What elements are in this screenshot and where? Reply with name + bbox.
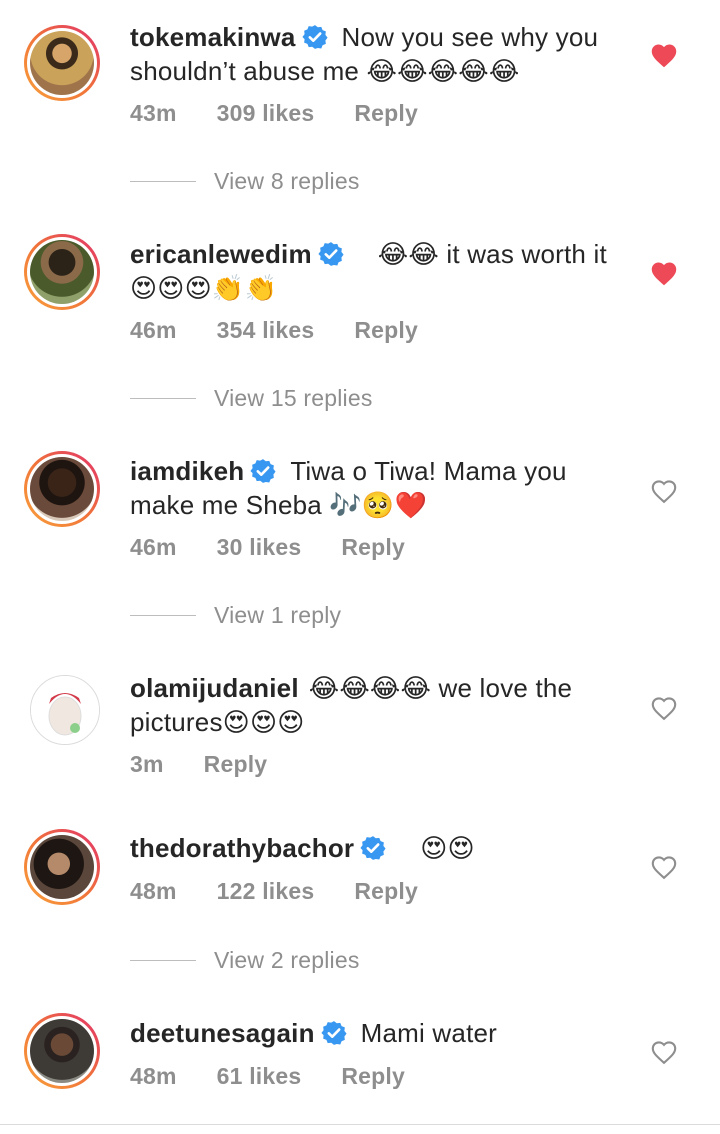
comment-likes[interactable]: 122 likes [217,878,315,905]
comment-username[interactable]: tokemakinwa [130,22,296,52]
comment-text: Mami water [360,1018,498,1048]
view-replies-button[interactable]: View 1 reply [130,602,341,629]
avatar[interactable] [30,675,100,745]
comment-likes[interactable]: 309 likes [217,100,315,127]
divider [130,615,196,616]
verified-badge-icon [321,1021,347,1045]
avatar[interactable] [24,451,100,527]
heart-outline-icon[interactable] [650,1039,678,1065]
comment-username[interactable]: deetunesagain [130,1018,315,1048]
avatar[interactable] [24,234,100,310]
view-replies-button[interactable]: View 2 replies [130,947,360,974]
comment-username[interactable]: ericanlewedim [130,239,312,269]
heart-outline-icon[interactable] [650,695,678,721]
comment-time: 3m [130,751,164,777]
avatar[interactable] [24,25,100,101]
comment-username[interactable]: iamdikeh [130,456,244,486]
view-replies-button[interactable]: View 8 replies [130,168,360,195]
comment-username[interactable]: olamijudaniel [130,673,299,703]
reply-button[interactable]: Reply [354,878,418,905]
comment-likes[interactable]: 61 likes [217,1063,302,1090]
divider [130,960,196,961]
reply-button[interactable]: Reply [354,317,418,344]
heart-liked-icon[interactable] [650,42,678,68]
comment-time: 46m [130,534,177,560]
verified-badge-icon [250,459,276,483]
comment-likes[interactable]: 354 likes [217,317,315,344]
comment-time: 48m [130,1063,177,1089]
heart-liked-icon[interactable] [650,260,678,286]
heart-outline-icon[interactable] [650,854,678,880]
comment-text: 😍😍 [420,833,475,863]
verified-badge-icon [301,25,328,49]
comment-likes[interactable]: 30 likes [217,534,302,561]
view-replies-button[interactable]: View 15 replies [130,385,373,412]
verified-badge-icon [360,836,386,860]
reply-button[interactable]: Reply [341,1063,405,1090]
reply-button[interactable]: Reply [204,751,268,778]
reply-button[interactable]: Reply [341,534,405,561]
avatar-illustration-icon [31,676,99,744]
comment-time: 43m [130,100,177,126]
avatar[interactable] [24,829,100,905]
divider [130,398,196,399]
reply-button[interactable]: Reply [354,100,418,127]
divider [130,181,196,182]
avatar[interactable] [24,1013,100,1089]
comment-time: 46m [130,317,177,343]
verified-badge-icon [318,242,344,266]
comment-time: 48m [130,878,177,904]
comment-username[interactable]: thedorathybachor [130,833,354,863]
heart-outline-icon[interactable] [650,478,678,504]
divider [0,1124,720,1125]
